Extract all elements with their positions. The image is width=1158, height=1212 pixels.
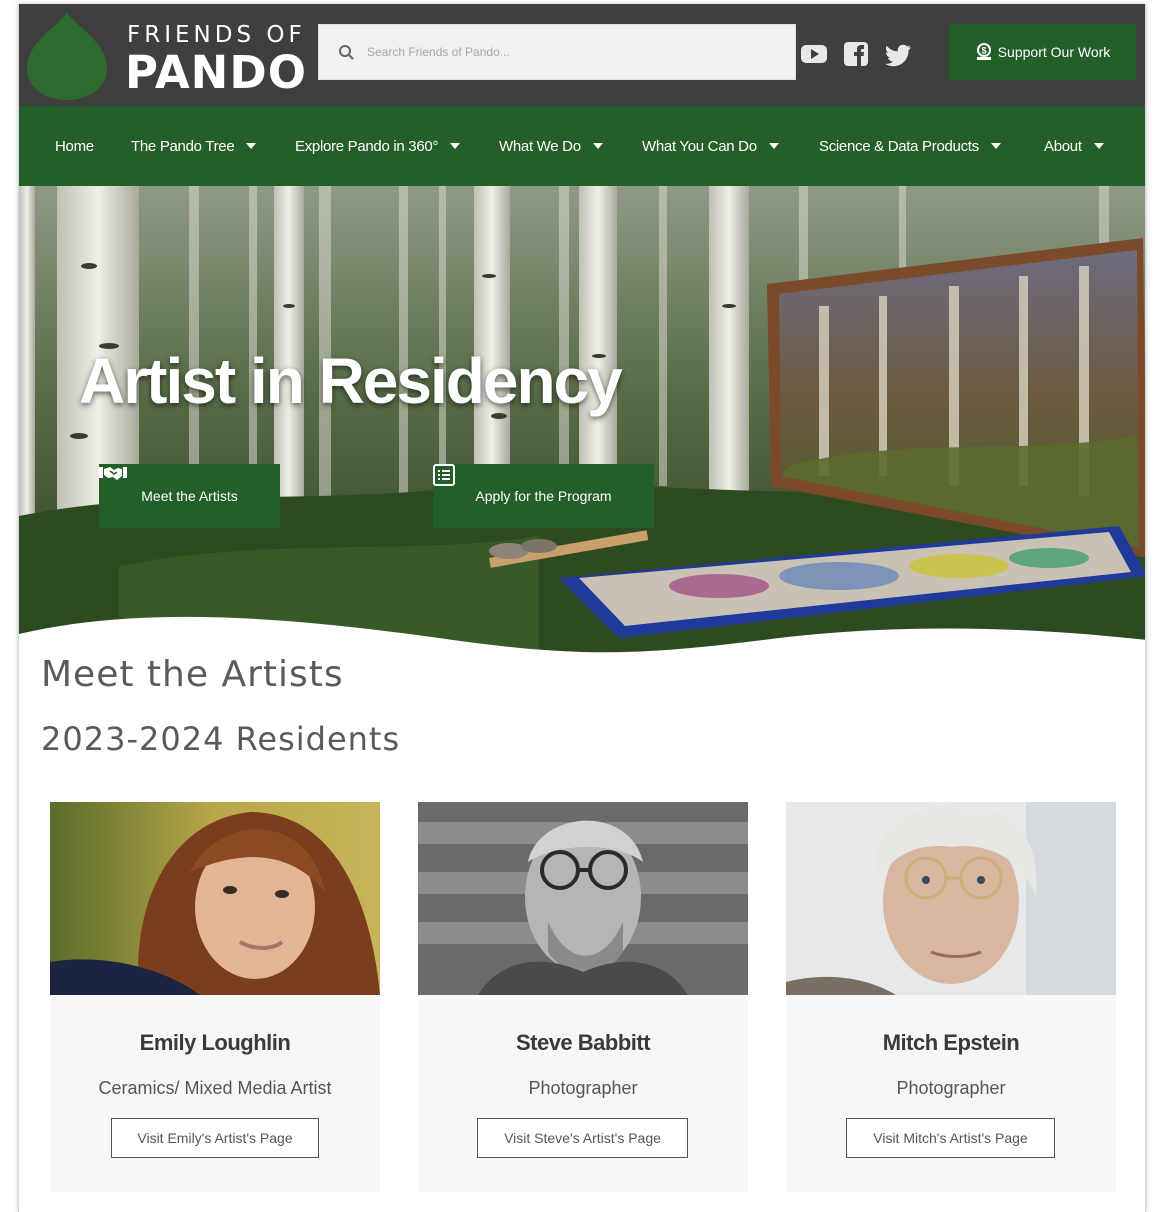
- artist-name: Emily Loughlin: [139, 1030, 291, 1055]
- apply-for-program-button[interactable]: Apply for the Program: [433, 464, 654, 528]
- page-frame: FRIENDS OF PANDO $ Su: [18, 4, 1146, 1212]
- artist-role: Ceramics/ Mixed Media Artist: [98, 1078, 332, 1098]
- leaf-logo-icon: [27, 12, 107, 100]
- artist-role: Photographer: [528, 1078, 638, 1098]
- nav-item-explore-360[interactable]: Explore Pando in 360°: [295, 106, 461, 186]
- hero-background-image: [19, 186, 1145, 656]
- apply-button-label: Apply for the Program: [475, 488, 612, 504]
- nav-label: Home: [55, 137, 94, 155]
- twitter-icon[interactable]: [885, 40, 913, 68]
- hero-title: Artist in Residency: [79, 345, 623, 417]
- meet-button-label: Meet the Artists: [141, 488, 238, 504]
- search-input[interactable]: [367, 25, 787, 79]
- youtube-icon[interactable]: [800, 40, 828, 68]
- artist-photo: [50, 802, 380, 995]
- logo-friends-of-text: FRIENDS OF: [127, 22, 306, 48]
- visit-artist-page-button[interactable]: Visit Mitch's Artist's Page: [846, 1118, 1055, 1158]
- nav-label: About: [1044, 137, 1082, 155]
- section-title: Meet the Artists: [41, 654, 344, 695]
- nav-label: What We Do: [499, 137, 581, 155]
- caret-down-icon: [768, 143, 779, 149]
- nav-item-pando-tree[interactable]: The Pando Tree: [131, 106, 257, 186]
- nav-item-home[interactable]: Home: [55, 106, 94, 186]
- artist-role: Photographer: [896, 1078, 1006, 1098]
- artist-card: Mitch Epstein Photographer Visit Mitch's…: [786, 802, 1116, 1192]
- hero-banner: Artist in Residency Meet the Artists App…: [19, 186, 1145, 656]
- nav-label: Science & Data Products: [819, 137, 979, 155]
- nav-label: Explore Pando in 360°: [295, 137, 439, 155]
- support-button-label: Support Our Work: [997, 44, 1111, 60]
- site-logo[interactable]: FRIENDS OF PANDO: [27, 12, 307, 100]
- visit-artist-page-button[interactable]: Visit Steve's Artist's Page: [477, 1118, 688, 1158]
- caret-down-icon: [450, 143, 461, 149]
- caret-down-icon: [990, 143, 1001, 149]
- caret-down-icon: [246, 143, 257, 149]
- search-icon[interactable]: [337, 43, 357, 63]
- logo-pando-text: PANDO: [125, 46, 307, 99]
- search-box: [318, 24, 796, 80]
- caret-down-icon: [592, 143, 603, 149]
- section-subtitle: 2023-2024 Residents: [41, 720, 401, 758]
- artist-name: Mitch Epstein: [882, 1030, 1020, 1055]
- meet-the-artists-button[interactable]: Meet the Artists: [99, 464, 280, 528]
- donate-icon: $: [976, 43, 991, 60]
- artist-photo: [418, 802, 748, 995]
- artist-card: Steve Babbitt Photographer Visit Steve's…: [418, 802, 748, 1192]
- artist-photo: [786, 802, 1116, 995]
- nav-label: The Pando Tree: [131, 137, 235, 155]
- site-header: FRIENDS OF PANDO $ Su: [19, 4, 1145, 106]
- nav-item-science-data[interactable]: Science & Data Products: [819, 106, 1001, 186]
- form-icon: [433, 464, 455, 486]
- artist-name: Steve Babbitt: [515, 1030, 651, 1055]
- nav-item-what-you-can-do[interactable]: What You Can Do: [642, 106, 779, 186]
- nav-item-about[interactable]: About: [1044, 106, 1104, 186]
- main-nav: Home The Pando Tree Explore Pando in 360…: [19, 106, 1145, 186]
- svg-text:$: $: [981, 46, 986, 56]
- nav-label: What You Can Do: [642, 137, 757, 155]
- visit-artist-page-button[interactable]: Visit Emily's Artist's Page: [111, 1118, 319, 1158]
- facebook-icon[interactable]: [842, 40, 870, 68]
- artist-card: Emily Loughlin Ceramics/ Mixed Media Art…: [50, 802, 380, 1192]
- support-our-work-button[interactable]: $ Support Our Work: [949, 24, 1136, 80]
- handshake-icon: [99, 467, 127, 480]
- nav-item-what-we-do[interactable]: What We Do: [499, 106, 603, 186]
- caret-down-icon: [1093, 143, 1104, 149]
